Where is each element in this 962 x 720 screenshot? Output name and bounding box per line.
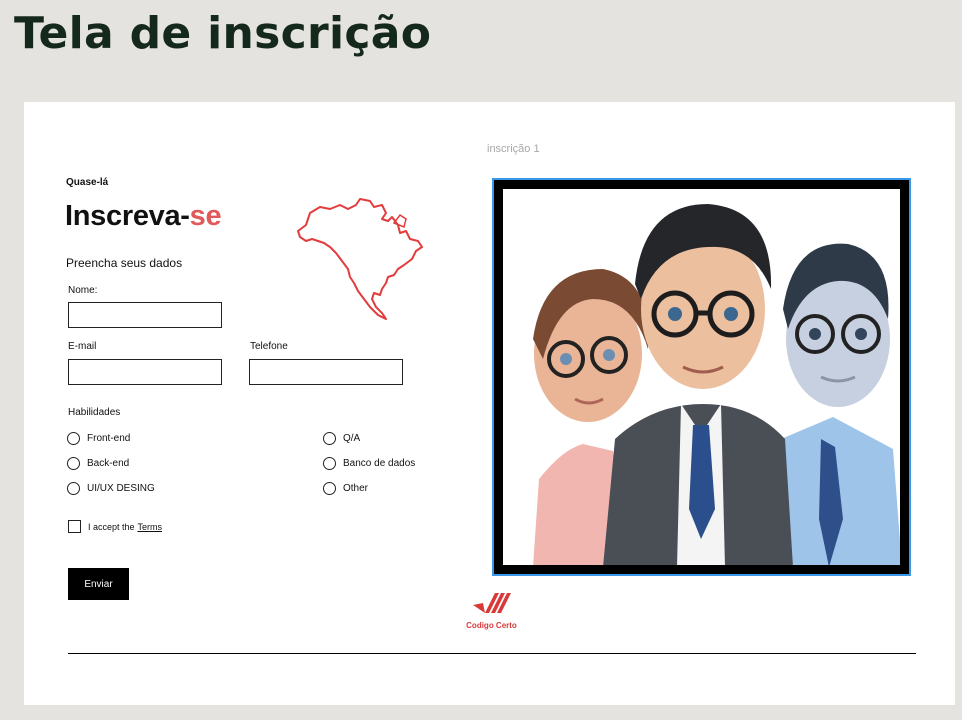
- skills-label: Habilidades: [68, 407, 121, 418]
- skill-option-frontend[interactable]: Front-end: [67, 432, 130, 445]
- logo-text: Codigo Certo: [466, 621, 517, 630]
- radio-button[interactable]: [67, 432, 80, 445]
- skill-option-label: Other: [343, 483, 369, 494]
- name-input[interactable]: [68, 302, 222, 328]
- phone-label: Telefone: [250, 341, 288, 352]
- hero-image-frame: [492, 178, 911, 576]
- skill-option-other[interactable]: Other: [323, 482, 368, 495]
- skill-option-database[interactable]: Banco de dados: [323, 457, 415, 470]
- email-label: E-mail: [68, 341, 97, 352]
- email-input[interactable]: [68, 359, 222, 385]
- north-america-map-icon: [297, 198, 423, 320]
- skill-option-qa[interactable]: Q/A: [323, 432, 360, 445]
- skill-option-backend[interactable]: Back-end: [67, 457, 129, 470]
- skill-option-label: Q/A: [343, 433, 361, 444]
- skill-option-label: Banco de dados: [343, 458, 416, 469]
- form-subheading: Preencha seus dados: [66, 256, 183, 270]
- terms-checkbox-row: I accept the Terms: [68, 520, 162, 533]
- radio-button[interactable]: [323, 457, 336, 470]
- accept-terms-checkbox[interactable]: [68, 520, 81, 533]
- submit-button[interactable]: Enviar: [68, 568, 129, 600]
- skill-option-label: Back-end: [87, 458, 130, 469]
- signup-frame: inscrição 1 Quase-lá Inscreva-se Preench…: [24, 102, 955, 705]
- radio-button[interactable]: [323, 432, 336, 445]
- frame-label: inscrição 1: [487, 143, 540, 155]
- skill-option-label: UI/UX DESING: [87, 483, 155, 494]
- hero-illustration: [503, 189, 900, 565]
- skill-option-label: Front-end: [87, 433, 131, 444]
- terms-link[interactable]: Terms: [138, 522, 163, 532]
- codigo-certo-logo: Codigo Certo: [464, 591, 519, 630]
- divider: [68, 653, 916, 654]
- radio-button[interactable]: [67, 457, 80, 470]
- developers-illustration: [533, 204, 900, 565]
- radio-button[interactable]: [323, 482, 336, 495]
- radio-button[interactable]: [67, 482, 80, 495]
- name-label: Nome:: [68, 285, 98, 296]
- heading-main: Inscreva-: [65, 200, 190, 232]
- heading-accent: se: [189, 200, 222, 232]
- accept-terms-label: I accept the: [88, 521, 135, 532]
- logo-icon: [472, 593, 511, 613]
- page-title: Tela de inscrição: [14, 8, 432, 59]
- form-heading: Inscreva-se: [65, 200, 222, 233]
- form-eyebrow: Quase-lá: [66, 177, 109, 188]
- skill-option-uiux[interactable]: UI/UX DESING: [67, 482, 155, 495]
- phone-input[interactable]: [249, 359, 403, 385]
